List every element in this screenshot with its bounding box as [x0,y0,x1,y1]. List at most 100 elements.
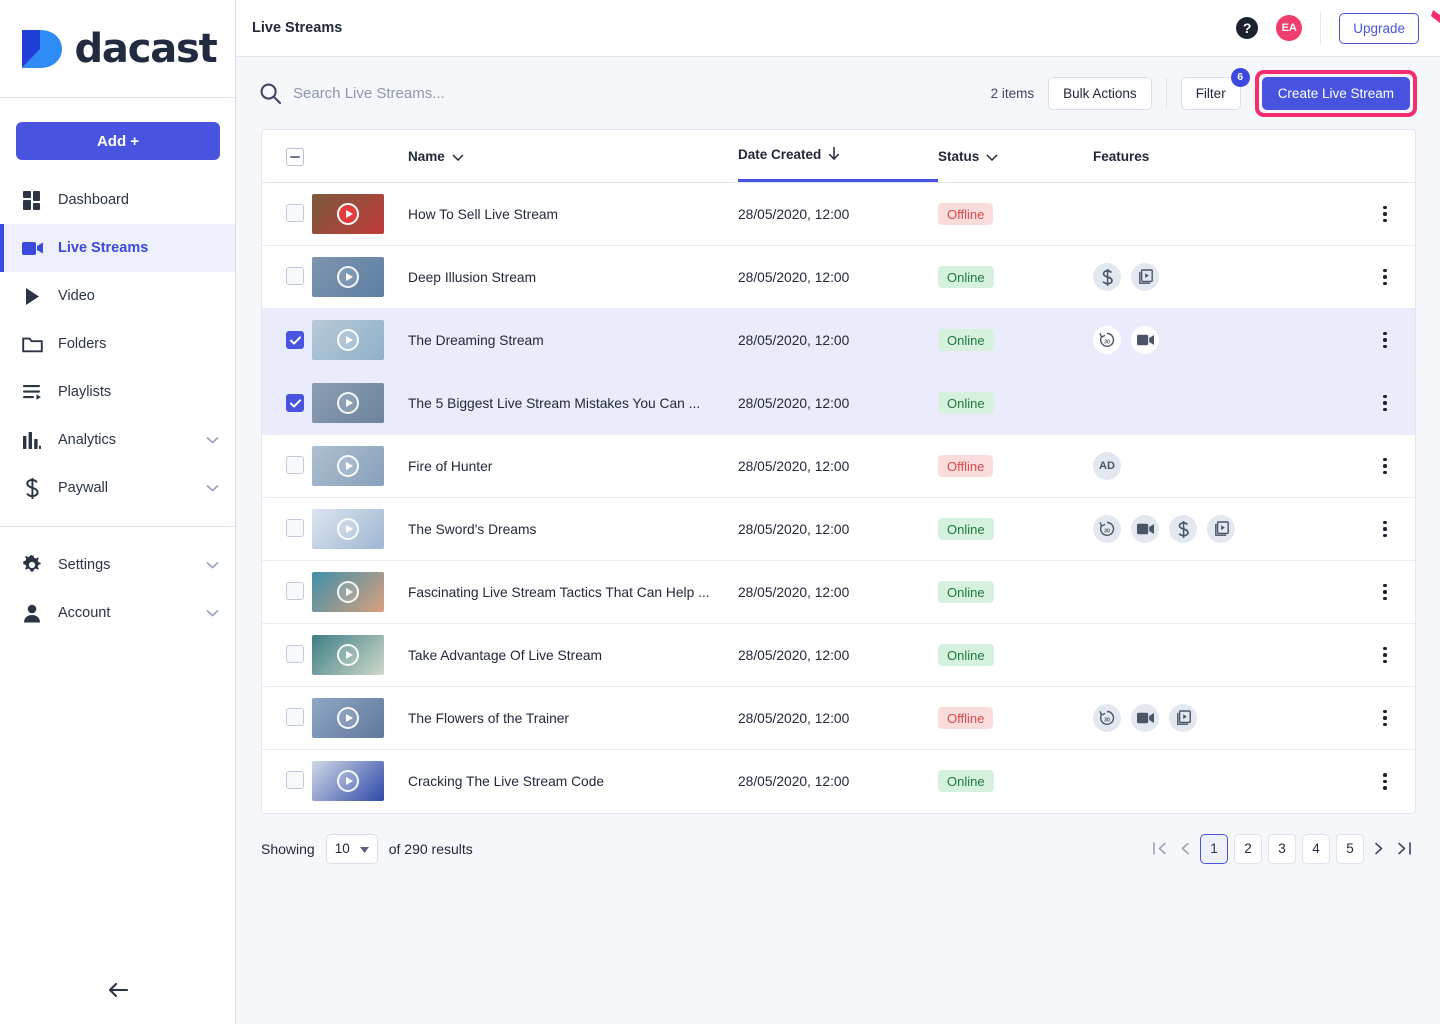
select-all-checkbox[interactable] [286,148,304,166]
table-row[interactable]: The Sword's Dreams 28/05/2020, 12:00 Onlin… [262,497,1415,561]
row-name-cell[interactable]: How To Sell Live Stream [408,182,738,246]
table-row[interactable]: How To Sell Live Stream 28/05/2020, 12:00… [262,182,1415,246]
table-row[interactable]: Deep Illusion Stream 28/05/2020, 12:00 Onl… [262,245,1415,309]
kebab-menu-icon[interactable] [1355,268,1415,286]
video-thumbnail[interactable] [312,446,384,486]
table-row[interactable]: Cracking The Live Stream Code 28/05/2020,… [262,750,1415,813]
thumbnail-header [312,130,408,183]
add-button[interactable]: Add + [16,122,220,160]
sidebar-item-dashboard[interactable]: Dashboard [0,176,235,224]
kebab-menu-icon[interactable] [1355,457,1415,475]
video-thumbnail[interactable] [312,572,384,612]
row-name-cell[interactable]: The Dreaming Stream [408,308,738,372]
column-header-date-created[interactable]: Date Created [738,130,938,183]
upgrade-button[interactable]: Upgrade [1339,12,1419,44]
go-last-icon[interactable] [1393,842,1416,855]
feature-rewind-30-icon[interactable]: 30 [1093,704,1121,732]
kebab-menu-icon[interactable] [1355,583,1415,601]
brand-logo[interactable]: dacast [0,0,235,98]
table-row[interactable]: The Dreaming Stream 28/05/2020, 12:00 Onli… [262,308,1415,372]
video-thumbnail[interactable] [312,698,384,738]
video-thumbnail[interactable] [312,257,384,297]
sidebar-item-video[interactable]: Video [0,272,235,320]
sidebar-item-settings[interactable]: Settings [0,541,235,589]
page-button-4[interactable]: 4 [1302,833,1330,864]
row-select-cell [262,371,312,435]
row-name-cell[interactable]: Fire of Hunter [408,434,738,498]
kebab-menu-icon[interactable] [1355,520,1415,538]
row-name-cell[interactable]: Take Advantage Of Live Stream [408,623,738,687]
kebab-menu-icon[interactable] [1355,773,1415,790]
feature-video-library-icon[interactable] [1169,704,1197,732]
table-row[interactable]: The 5 Biggest Live Stream Mistakes You C… [262,371,1415,435]
table-row[interactable]: Fire of Hunter 28/05/2020, 12:00 Offline AD [262,434,1415,498]
sidebar-item-analytics[interactable]: Analytics [0,416,235,464]
kebab-menu-icon[interactable] [1355,646,1415,664]
kebab-menu-icon[interactable] [1355,331,1415,349]
row-checkbox[interactable] [286,644,304,663]
go-prev-icon[interactable] [1177,842,1194,855]
row-name-cell[interactable]: Cracking The Live Stream Code [408,750,738,813]
play-icon [337,770,359,793]
column-header-name[interactable]: Name [408,130,738,183]
feature-ad-badge[interactable]: AD [1093,452,1121,480]
feature-rewind-30-icon[interactable]: 30 [1093,515,1121,543]
row-checkbox[interactable] [286,581,304,600]
row-checkbox[interactable] [286,518,304,537]
row-name-cell[interactable]: Deep Illusion Stream [408,245,738,309]
table-row[interactable]: Fascinating Live Stream Tactics That Can… [262,560,1415,624]
kebab-menu-icon[interactable] [1355,709,1415,727]
question-mark-icon[interactable]: ? [1236,17,1259,39]
row-name-cell[interactable]: The 5 Biggest Live Stream Mistakes You C… [408,371,738,435]
video-thumbnail[interactable] [312,320,384,360]
page-button-1[interactable]: 1 [1200,833,1228,864]
search-box[interactable] [260,83,991,104]
sidebar-collapse-button[interactable] [0,970,236,1014]
table-row[interactable]: Take Advantage Of Live Stream 28/05/2020,… [262,623,1415,687]
kebab-menu-icon[interactable] [1355,394,1415,412]
sidebar-item-playlists[interactable]: Playlists [0,368,235,416]
go-first-icon[interactable] [1148,842,1171,855]
video-thumbnail[interactable] [312,383,384,423]
go-next-icon[interactable] [1370,842,1387,855]
table-row[interactable]: The Flowers of the Trainer 28/05/2020, 12… [262,686,1415,750]
video-thumbnail[interactable] [312,761,384,802]
row-checkbox[interactable] [286,455,304,474]
column-header-status[interactable]: Status [938,130,1093,183]
create-live-stream-button[interactable]: Create Live Stream [1261,76,1410,110]
row-checkbox[interactable] [286,394,304,412]
page-button-2[interactable]: 2 [1234,833,1262,864]
video-thumbnail[interactable] [312,635,384,675]
play-icon [337,455,359,477]
row-checkbox[interactable] [286,707,304,726]
video-thumbnail[interactable] [312,509,384,549]
kebab-menu-icon[interactable] [1355,205,1415,223]
sidebar-item-live-streams[interactable]: Live Streams [0,224,235,272]
feature-dollar-icon[interactable] [1093,263,1121,291]
feature-dollar-icon[interactable] [1169,515,1197,543]
row-name-cell[interactable]: The Flowers of the Trainer [408,686,738,750]
sidebar-item-paywall[interactable]: Paywall [0,464,235,512]
row-checkbox[interactable] [286,331,304,349]
feature-video-library-icon[interactable] [1207,515,1235,543]
row-checkbox[interactable] [286,203,304,222]
page-button-5[interactable]: 5 [1336,833,1364,864]
row-name-cell[interactable]: The Sword's Dreams [408,497,738,561]
row-name-cell[interactable]: Fascinating Live Stream Tactics That Can… [408,560,738,624]
video-thumbnail[interactable] [312,194,384,234]
feature-video-camera-icon[interactable] [1131,704,1159,732]
video-camera-icon [20,236,44,260]
feature-video-camera-icon[interactable] [1131,515,1159,543]
sidebar-item-folders[interactable]: Folders [0,320,235,368]
search-input[interactable] [293,84,623,102]
bulk-actions-button[interactable]: Bulk Actions [1048,76,1152,110]
page-button-3[interactable]: 3 [1268,833,1296,864]
avatar[interactable]: EA [1276,15,1303,41]
row-checkbox[interactable] [286,266,304,285]
feature-rewind-30-icon[interactable]: 30 [1093,326,1121,354]
feature-video-camera-icon[interactable] [1131,326,1159,354]
feature-video-library-icon[interactable] [1131,263,1159,291]
sidebar-item-account[interactable]: Account [0,589,235,637]
per-page-select[interactable]: 10 [325,833,378,864]
row-checkbox[interactable] [286,770,304,789]
